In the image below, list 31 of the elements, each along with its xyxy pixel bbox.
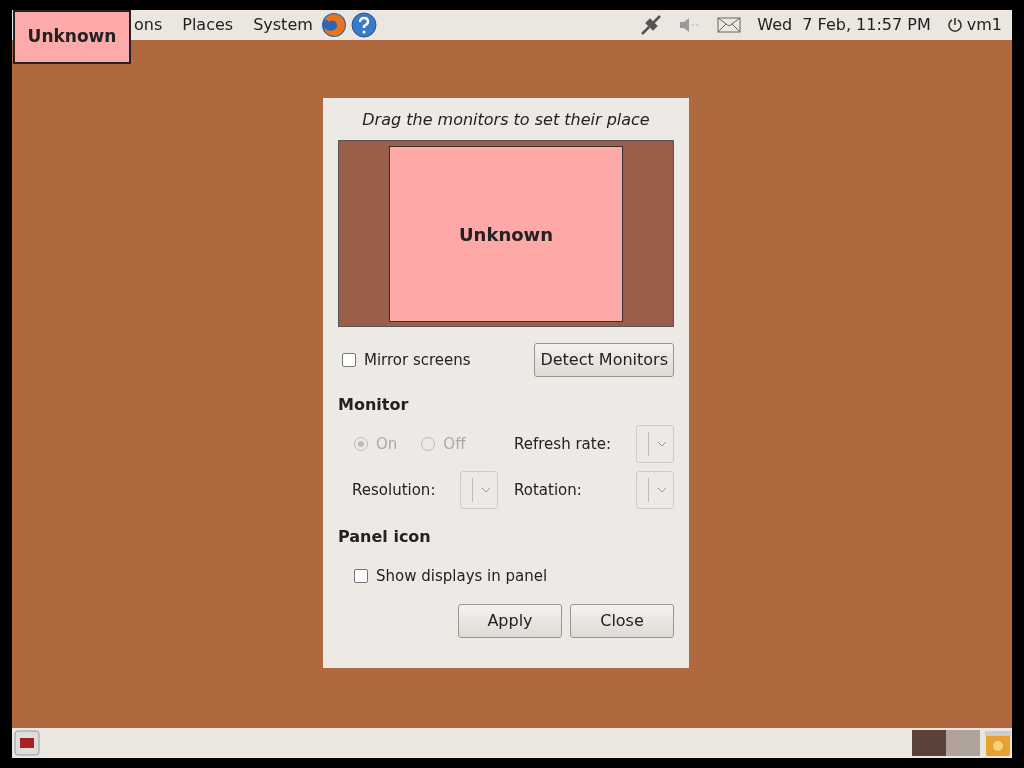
instruction-text: Drag the monitors to set their place: [361, 109, 651, 131]
section-heading: Panel icon: [338, 526, 432, 548]
clock[interactable]: Wed 7 Feb, 11:57 PM: [757, 13, 931, 37]
field-label: Refresh rate:: [514, 433, 611, 455]
detect-button[interactable]: Detect Monitors: [534, 343, 674, 377]
field-label: Rotation:: [514, 479, 582, 501]
mail-icon[interactable]: [717, 17, 742, 33]
panel-checkbox[interactable]: Show displays in panel: [338, 565, 674, 588]
dropdown[interactable]: [636, 425, 674, 463]
show-desktop-icon[interactable]: [14, 730, 40, 756]
help-icon[interactable]: [350, 12, 377, 38]
field-label: Resolution:: [352, 479, 436, 501]
caret-icon: [657, 441, 667, 447]
dropdown[interactable]: [460, 471, 498, 509]
caret-icon: [657, 487, 667, 493]
dropdown[interactable]: [636, 471, 674, 509]
user-menu[interactable]: vm1: [946, 13, 1002, 37]
dialog-button[interactable]: Close: [570, 603, 674, 638]
section-heading: Monitor: [338, 394, 410, 416]
menu-item[interactable]: ons: [134, 13, 163, 37]
menu-item[interactable]: Places: [182, 13, 234, 37]
trash-icon[interactable]: [984, 729, 1012, 757]
dialog-button[interactable]: Apply: [458, 603, 562, 638]
caret-icon: [481, 487, 491, 493]
browser-icon[interactable]: [320, 12, 347, 38]
monitor-label: Unknown: [13, 10, 131, 64]
mirror-checkbox[interactable]: Mirror screens: [338, 348, 471, 372]
monitor[interactable]: Unknown: [389, 146, 623, 322]
power-icon: [946, 17, 963, 33]
menu-item[interactable]: System: [253, 13, 313, 37]
network-icon[interactable]: [639, 13, 664, 37]
